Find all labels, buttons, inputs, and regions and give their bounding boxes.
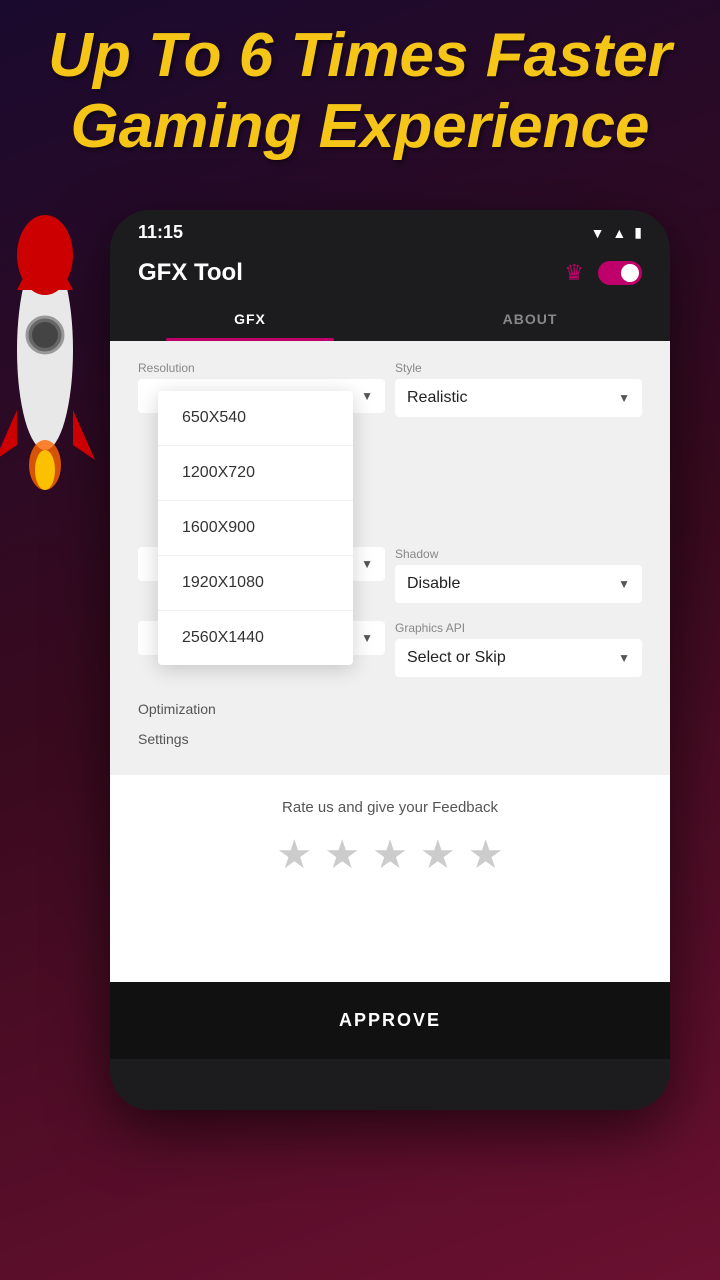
feedback-text: Rate us and give your Feedback: [130, 799, 650, 816]
star-1[interactable]: ★: [276, 832, 312, 878]
resolution-option-1[interactable]: 650X540: [158, 391, 353, 446]
stars-row: ★ ★ ★ ★ ★: [130, 832, 650, 878]
optimization-row: Optimization: [138, 695, 642, 725]
tab-bar: GFX ABOUT: [110, 297, 670, 341]
star-3[interactable]: ★: [372, 832, 408, 878]
style-value: Realistic: [407, 389, 467, 407]
resolution-option-5[interactable]: 2560X1440: [158, 611, 353, 665]
feedback-section: Rate us and give your Feedback ★ ★ ★ ★ ★: [110, 775, 670, 902]
graphics-api-value: Select or Skip: [407, 649, 506, 667]
resolution-option-2[interactable]: 1200X720: [158, 446, 353, 501]
shadow-left-arrow-icon: ▼: [361, 557, 373, 571]
resolution-style-row: Resolution ▼ 650X540 1200X720 1600X900 1…: [138, 361, 642, 417]
tab-about[interactable]: ABOUT: [390, 297, 670, 341]
shadow-section: Shadow Disable ▼: [395, 547, 642, 603]
status-bar: 11:15 ▼ ▲ ▮: [110, 210, 670, 251]
star-2[interactable]: ★: [324, 832, 360, 878]
wifi-icon: ▼: [591, 225, 605, 241]
style-dropdown-trigger[interactable]: Realistic ▼: [395, 379, 642, 417]
tab-gfx[interactable]: GFX: [110, 297, 390, 341]
settings-area: Resolution ▼ 650X540 1200X720 1600X900 1…: [110, 341, 670, 775]
hero-section: Up To 6 Times Faster Gaming Experience: [20, 20, 700, 163]
shadow-value: Disable: [407, 575, 460, 593]
style-arrow-icon: ▼: [618, 391, 630, 405]
spacer: [110, 902, 670, 982]
graphics-api-section: Graphics API Select or Skip ▼: [395, 621, 642, 677]
settings-row: Settings: [138, 725, 642, 755]
status-icons: ▼ ▲ ▮: [591, 224, 642, 241]
resolution-section: Resolution ▼ 650X540 1200X720 1600X900 1…: [138, 361, 385, 417]
rocket-decoration: [0, 150, 100, 510]
header-icons: ♛: [564, 260, 642, 286]
graphics-api-label: Graphics API: [395, 621, 642, 635]
resolution-option-3[interactable]: 1600X900: [158, 501, 353, 556]
style-section: Style Realistic ▼: [395, 361, 642, 417]
shadow-label: Shadow: [395, 547, 642, 561]
phone-mockup: 11:15 ▼ ▲ ▮ GFX Tool ♛ GFX ABOUT R: [110, 210, 670, 1110]
app-header: GFX Tool ♛: [110, 251, 670, 287]
resolution-option-4[interactable]: 1920X1080: [158, 556, 353, 611]
graphics-left-arrow-icon: ▼: [361, 631, 373, 645]
star-5[interactable]: ★: [468, 832, 504, 878]
resolution-arrow-icon: ▼: [361, 389, 373, 403]
approve-button[interactable]: APPROVE: [110, 982, 670, 1059]
graphics-api-arrow-icon: ▼: [618, 651, 630, 665]
resolution-dropdown-list[interactable]: 650X540 1200X720 1600X900 1920X1080 2560…: [158, 391, 353, 665]
crown-icon: ♛: [564, 260, 584, 286]
battery-icon: ▮: [634, 224, 642, 241]
star-4[interactable]: ★: [420, 832, 456, 878]
settings-label: Settings: [138, 731, 189, 747]
app-title: GFX Tool: [138, 259, 243, 287]
hero-title: Up To 6 Times Faster Gaming Experience: [20, 20, 700, 163]
content-area: Resolution ▼ 650X540 1200X720 1600X900 1…: [110, 341, 670, 982]
shadow-arrow-icon: ▼: [618, 577, 630, 591]
graphics-api-dropdown-trigger[interactable]: Select or Skip ▼: [395, 639, 642, 677]
main-toggle[interactable]: [598, 261, 642, 285]
resolution-label: Resolution: [138, 361, 385, 375]
style-label: Style: [395, 361, 642, 375]
shadow-dropdown-trigger[interactable]: Disable ▼: [395, 565, 642, 603]
status-time: 11:15: [138, 222, 183, 243]
optimization-label: Optimization: [138, 701, 216, 717]
signal-icon: ▲: [612, 225, 626, 241]
